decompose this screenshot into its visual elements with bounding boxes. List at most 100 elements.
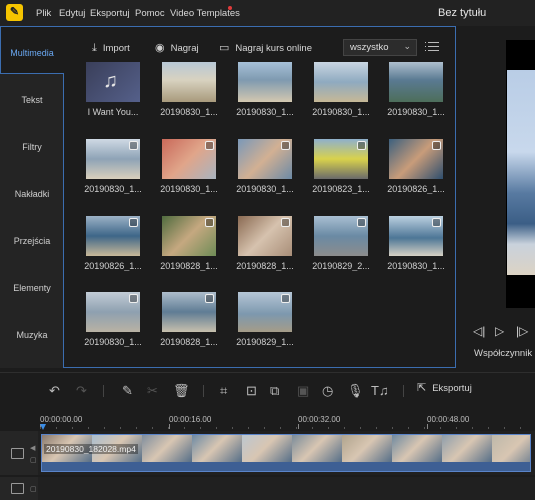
sidebar: Multimedia Tekst Filtry Nakładki Przejśc… [0,26,64,368]
ruler-minor-tick [504,427,505,429]
media-item-video[interactable] [314,62,368,102]
ruler-minor-tick [344,427,345,429]
scissors-icon[interactable]: ✂ [147,384,158,398]
video-badge-icon [205,294,214,303]
menu-export[interactable]: Eksportuj [90,8,130,19]
video-badge-icon [432,141,441,150]
redo-icon[interactable]: ↷ [76,384,87,398]
edit-pencil-icon[interactable]: ✎ [122,384,133,398]
media-item-video[interactable] [86,139,140,179]
export-button[interactable]: ⇱ Eksportuj [417,382,472,395]
speed-icon[interactable]: ◷ [322,384,333,398]
ruler-minor-tick [168,427,169,429]
media-item-video[interactable] [86,292,140,332]
microphone-icon[interactable]: 🎙 [347,384,364,398]
next-frame-icon[interactable]: |▷ [516,324,528,338]
ruler-minor-tick [520,427,521,429]
ruler-minor-tick [104,427,105,429]
menu-help[interactable]: Pomoc [135,8,165,19]
media-item-video[interactable] [314,216,368,256]
video-badge-icon [129,294,138,303]
clip-frame-thumbnail [492,435,530,463]
media-item-caption: 20190828_1... [160,261,218,271]
delete-icon[interactable]: 🗑 [173,384,190,398]
media-item-video[interactable] [162,62,216,102]
ruler-minor-tick [232,427,233,429]
media-item-video[interactable] [86,216,140,256]
media-item-video[interactable] [314,139,368,179]
media-item-caption: 20190830_1... [236,184,294,194]
video-badge-icon [281,141,290,150]
media-item-video[interactable] [389,62,443,102]
media-item-video[interactable] [238,62,292,102]
ruler-minor-tick [280,427,281,429]
tick-label: 00:00:48.00 [427,415,470,424]
media-item-video[interactable] [238,216,292,256]
sidebar-item-overlays[interactable]: Nakładki [0,189,64,199]
media-item-video[interactable] [389,139,443,179]
ruler-minor-tick [120,427,121,429]
media-item-caption: 20190830_1... [387,107,445,117]
notification-dot [228,6,232,10]
toolbar-divider [203,385,204,397]
ruler-minor-tick [152,427,153,429]
media-item-video[interactable] [162,216,216,256]
record-button[interactable]: ◉ Nagraj [155,43,199,55]
ruler-minor-tick [56,427,57,429]
sidebar-item-transitions[interactable]: Przejścia [0,236,64,246]
lock-icon[interactable]: ▢ [30,485,37,493]
sidebar-item-multimedia[interactable]: Multimedia [0,48,64,58]
zoom-frame-icon[interactable]: ⊡ [246,384,257,398]
list-view-icon[interactable] [425,41,439,53]
sidebar-item-music[interactable]: Muzyka [0,330,64,340]
sidebar-item-filters[interactable]: Filtry [0,142,64,152]
menu-file[interactable]: Plik [36,8,51,19]
media-item-audio[interactable]: ♫ [86,62,140,102]
previous-frame-icon[interactable]: ◁| [473,324,485,338]
mute-icon[interactable]: ◀ [30,444,35,452]
ruler-major-tick [427,424,428,429]
media-item-video[interactable] [389,216,443,256]
media-item-caption: 20190823_1... [312,184,370,194]
crop-icon[interactable]: ⌗ [220,384,227,398]
play-icon[interactable]: ▷ [495,324,504,338]
ruler-minor-tick [360,427,361,429]
export-label: Eksportuj [432,383,472,394]
media-item-video[interactable] [238,139,292,179]
clip-audio-bar [42,462,530,471]
media-item-caption: 20190830_1... [160,184,218,194]
media-item-video[interactable] [162,139,216,179]
media-item-video[interactable] [162,292,216,332]
menu-edit[interactable]: Edytuj [59,8,85,19]
video-badge-icon [281,294,290,303]
ruler-minor-tick [488,427,489,429]
aspect-ratio-label[interactable]: Współczynnik k [474,348,535,359]
ruler-minor-tick [392,427,393,429]
timeline-video-clip[interactable]: 20190830_182028.mp4 [41,434,531,472]
ruler-minor-tick [296,427,297,429]
freeze-frame-icon[interactable]: ⧉ [270,384,279,398]
thumbnail-image [238,62,292,102]
clip-frame-thumbnail [242,435,293,463]
ruler-minor-tick [376,427,377,429]
record-label: Nagraj [170,43,199,54]
tick-label: 00:00:00.00 [40,415,83,424]
playhead[interactable] [40,424,46,430]
video-badge-icon [432,218,441,227]
text-to-speech-icon[interactable]: T♫ [371,384,389,398]
undo-icon[interactable]: ↶ [49,384,60,398]
sidebar-item-elements[interactable]: Elementy [0,283,64,293]
menu-bar: ✎ Plik Edytuj Eksportuj Pomoc Video Temp… [0,0,535,26]
ruler-minor-tick [328,427,329,429]
media-filter-select[interactable]: wszystko ⌄ [343,39,417,56]
mosaic-icon[interactable]: ▣ [297,384,309,398]
lock-icon[interactable]: ▢ [30,456,37,464]
import-button[interactable]: ⤓ Import [92,43,130,55]
sidebar-item-text[interactable]: Tekst [0,95,64,105]
media-item-video[interactable] [238,292,292,332]
export-icon: ⇱ [417,382,427,394]
ruler-minor-tick [72,427,73,429]
record-online-course-button[interactable]: ▭ Nagraj kurs online [219,43,312,55]
video-track-header: ◀ ▢ [0,431,38,475]
ruler-minor-tick [472,427,473,429]
